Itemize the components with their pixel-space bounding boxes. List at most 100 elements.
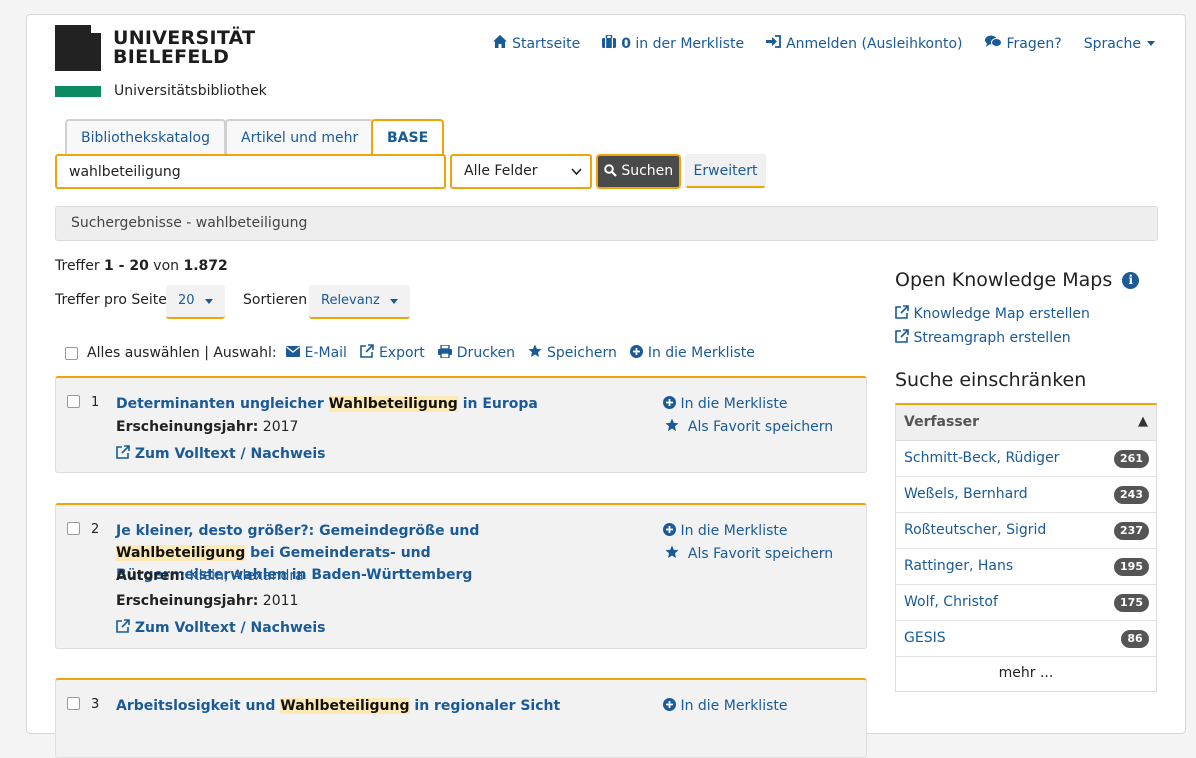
home-icon bbox=[493, 35, 508, 52]
result-add-to-list[interactable]: In die Merkliste bbox=[663, 523, 787, 539]
search-icon bbox=[604, 163, 621, 179]
per-page-value: 20 bbox=[178, 293, 195, 308]
result-title-link[interactable]: Determinanten ungleicher Wahlbeteiligung… bbox=[116, 393, 586, 415]
add-to-list-label: In die Merkliste bbox=[680, 523, 788, 539]
per-page-dropdown[interactable]: 20 bbox=[166, 285, 225, 319]
result-year: Erscheinungsjahr: 2011 bbox=[116, 593, 298, 609]
result-favorite[interactable]: Als Favorit speichern bbox=[665, 545, 833, 562]
result-add-to-list[interactable]: In die Merkliste bbox=[663, 698, 787, 714]
export-action[interactable]: Export bbox=[360, 344, 425, 362]
facet-item-name: Schmitt-Beck, Rüdiger bbox=[904, 450, 1060, 466]
add-to-list-label: In die Merkliste bbox=[680, 396, 788, 412]
nav-questions-link[interactable]: Fragen? bbox=[984, 35, 1062, 52]
tab-base[interactable]: BASE bbox=[371, 119, 445, 159]
facet-more-link[interactable]: mehr ... bbox=[896, 657, 1156, 691]
fulltext-link[interactable]: Zum Volltext / Nachweis bbox=[116, 619, 326, 636]
favorite-label: Als Favorit speichern bbox=[687, 546, 834, 562]
nav-questions-label: Fragen? bbox=[1006, 35, 1062, 52]
star-icon bbox=[665, 545, 679, 562]
search-input[interactable] bbox=[55, 154, 446, 189]
facet-count-badge: 175 bbox=[1114, 594, 1149, 612]
hit-total: 1.872 bbox=[183, 258, 228, 274]
year-value: 2011 bbox=[262, 593, 299, 609]
facet-count-badge: 237 bbox=[1114, 522, 1149, 540]
logo-green-bar bbox=[55, 86, 101, 97]
facet-count-badge: 243 bbox=[1114, 486, 1149, 504]
tab-artikel-und-mehr[interactable]: Artikel und mehr bbox=[225, 119, 375, 157]
okm-title-text: Open Knowledge Maps bbox=[895, 269, 1113, 291]
hit-prefix: Treffer bbox=[55, 258, 100, 274]
fulltext-label: Zum Volltext / Nachweis bbox=[134, 446, 326, 462]
search-field-select[interactable]: Alle Felder bbox=[450, 154, 592, 189]
result-checkbox[interactable] bbox=[67, 697, 80, 710]
add-to-list-label: In die Merkliste bbox=[680, 698, 788, 714]
facet-item[interactable]: Weßels, Bernhard 243 bbox=[896, 477, 1156, 513]
facet-count-badge: 261 bbox=[1114, 450, 1149, 468]
title-text: in Europa bbox=[457, 396, 538, 412]
facet-item[interactable]: Wolf, Christof 175 bbox=[896, 585, 1156, 621]
nav-login-link[interactable]: Anmelden (Ausleihkonto) bbox=[766, 35, 963, 52]
select-all-label: Alles auswählen | Auswahl: bbox=[87, 345, 277, 361]
result-add-to-list[interactable]: In die Merkliste bbox=[663, 396, 787, 412]
knowledge-map-label: Knowledge Map erstellen bbox=[913, 306, 1090, 322]
print-label: Drucken bbox=[456, 345, 515, 361]
logo-notch bbox=[91, 25, 101, 33]
chevron-down-icon bbox=[571, 156, 582, 199]
result-item: 1 Determinanten ungleicher Wahlbeteiligu… bbox=[55, 376, 867, 473]
title-text: Je kleiner, desto größer?: Gemeindegröße… bbox=[116, 523, 480, 539]
sort-dropdown[interactable]: Relevanz bbox=[309, 285, 410, 319]
sort-value: Relevanz bbox=[321, 293, 380, 308]
nav-language-dropdown[interactable]: Sprache bbox=[1084, 35, 1155, 52]
facet-item[interactable]: Schmitt-Beck, Rüdiger 261 bbox=[896, 441, 1156, 477]
facet-item-name: Weßels, Bernhard bbox=[904, 486, 1028, 502]
print-action[interactable]: Drucken bbox=[437, 343, 515, 362]
nav-home-label: Startseite bbox=[512, 35, 581, 52]
result-number: 1 bbox=[91, 395, 100, 410]
envelope-icon bbox=[285, 345, 300, 361]
university-logo-text[interactable]: UNIVERSITÄT BIELEFELD bbox=[113, 29, 255, 67]
tab-bibliothekskatalog[interactable]: Bibliothekskatalog bbox=[65, 119, 226, 157]
result-item: 2 Je kleiner, desto größer?: Gemeindegrö… bbox=[55, 503, 867, 649]
result-checkbox[interactable] bbox=[67, 395, 80, 408]
plus-circle-icon bbox=[663, 698, 676, 714]
favorite-label: Als Favorit speichern bbox=[687, 419, 834, 435]
facet-item[interactable]: Roßteutscher, Sigrid 237 bbox=[896, 513, 1156, 549]
external-link-icon bbox=[360, 344, 374, 362]
email-label: E-Mail bbox=[304, 345, 347, 361]
breadcrumb: Suchergebnisse - wahlbeteiligung bbox=[55, 206, 1158, 241]
title-text: Determinanten ungleicher bbox=[116, 396, 329, 412]
nav-home-link[interactable]: Startseite bbox=[493, 35, 580, 52]
suitcase-icon bbox=[602, 34, 617, 52]
facet-item[interactable]: GESIS 86 bbox=[896, 621, 1156, 657]
fulltext-link[interactable]: Zum Volltext / Nachweis bbox=[116, 445, 326, 462]
year-label: Erscheinungsjahr: bbox=[116, 593, 259, 609]
search-field-value: Alle Felder bbox=[464, 163, 538, 179]
nav-list-link[interactable]: 0 in der Merkliste bbox=[602, 34, 744, 52]
add-to-list-action[interactable]: In die Merkliste bbox=[629, 344, 755, 362]
select-all-checkbox[interactable] bbox=[65, 346, 78, 360]
search-button[interactable]: Suchen bbox=[596, 154, 681, 189]
result-favorite[interactable]: Als Favorit speichern bbox=[665, 418, 833, 435]
info-icon[interactable]: i bbox=[1122, 272, 1140, 289]
plus-circle-icon bbox=[629, 344, 643, 362]
save-action[interactable]: Speichern bbox=[528, 344, 617, 362]
facet-item-name: Roßteutscher, Sigrid bbox=[904, 522, 1047, 538]
top-navigation: Startseite 0 in der Merkliste Anmelden (… bbox=[493, 34, 1185, 52]
author-link[interactable]: Klein, Alexandra bbox=[190, 568, 304, 584]
facet-header[interactable]: Verfasser ▲ bbox=[896, 405, 1156, 441]
plus-circle-icon bbox=[663, 523, 676, 539]
result-title-link[interactable]: Arbeitslosigkeit und Wahlbeteiligung in … bbox=[116, 695, 586, 717]
facet-item[interactable]: Rattinger, Hans 195 bbox=[896, 549, 1156, 585]
advanced-search-button[interactable]: Erweitert bbox=[685, 154, 766, 188]
streamgraph-link[interactable]: Streamgraph erstellen bbox=[895, 329, 1071, 346]
result-checkbox[interactable] bbox=[67, 522, 80, 535]
fulltext-label: Zum Volltext / Nachweis bbox=[134, 620, 326, 636]
author-facet: Verfasser ▲ Schmitt-Beck, Rüdiger 261 Weß… bbox=[895, 403, 1157, 692]
knowledge-map-link[interactable]: Knowledge Map erstellen bbox=[895, 305, 1090, 322]
chevron-down-icon bbox=[1147, 41, 1155, 46]
sort-label: Sortieren bbox=[243, 292, 308, 308]
narrow-search-heading: Suche einschränken bbox=[895, 369, 1087, 391]
email-action[interactable]: E-Mail bbox=[285, 345, 347, 361]
chevron-down-icon bbox=[389, 299, 398, 304]
title-highlight: Wahlbeteiligung bbox=[116, 545, 246, 561]
